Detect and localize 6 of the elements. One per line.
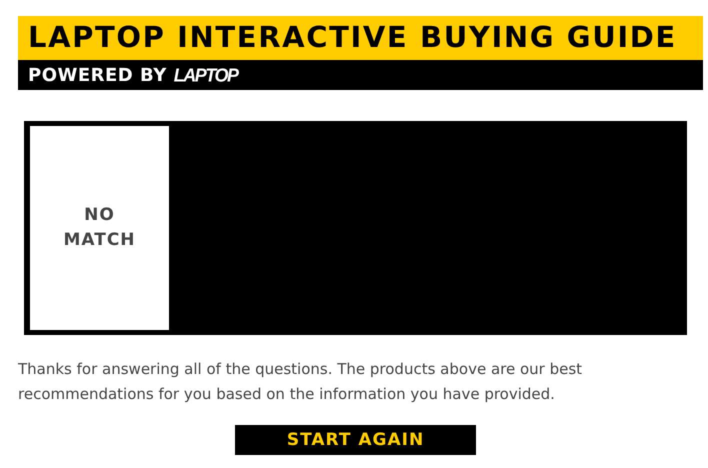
- logo-text: LAPTOP: [174, 64, 238, 86]
- start-again-button[interactable]: START AGAIN: [235, 425, 476, 455]
- result-message: Thanks for answering all of the questions. The products above are our best recommendations for you based on the information you have provided.: [18, 359, 584, 405]
- no-match-text: NO MATCH: [62, 204, 137, 252]
- powered-by-text: POWERED BY: [28, 64, 167, 86]
- guide-title: LAPTOP INTERACTIVE BUYING GUIDE: [18, 16, 703, 60]
